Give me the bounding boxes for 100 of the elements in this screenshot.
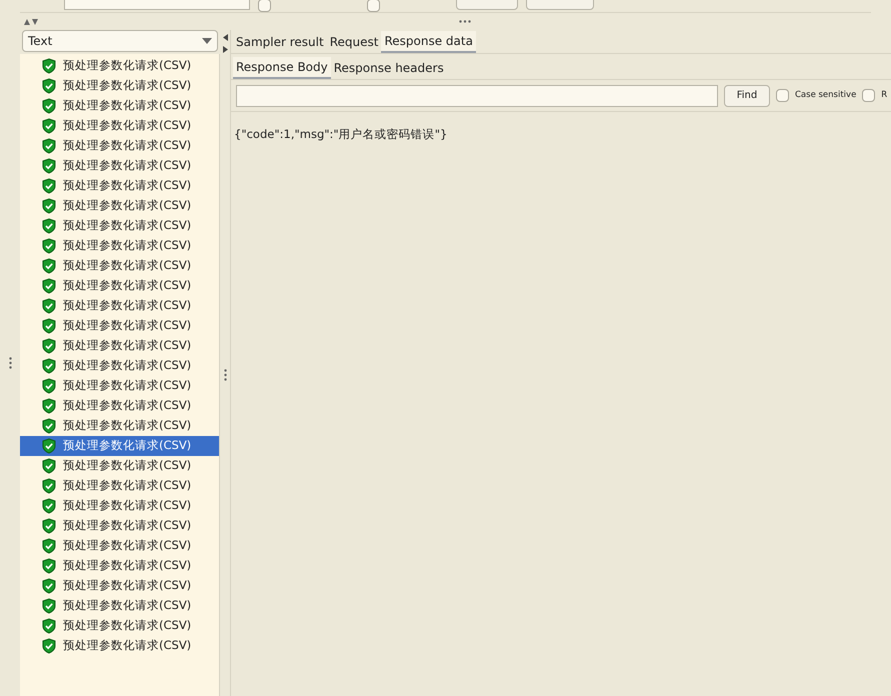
view-dropdown[interactable]: Text [22,30,218,52]
shield-check-icon [42,558,56,574]
result-label: 预处理参数化请求(CSV) [63,337,192,354]
result-item[interactable]: 预处理参数化请求(CSV) [20,496,219,516]
result-label: 预处理参数化请求(CSV) [63,297,192,314]
result-item[interactable]: 预处理参数化请求(CSV) [20,176,219,196]
splitter-handle-icon[interactable] [224,368,226,380]
response-text: {"code":1,"msg":"用户名或密码错误"} [234,127,448,141]
result-item[interactable]: 预处理参数化请求(CSV) [20,316,219,336]
result-label: 预处理参数化请求(CSV) [63,417,192,434]
result-item[interactable]: 预处理参数化请求(CSV) [20,436,219,456]
result-label: 预处理参数化请求(CSV) [63,597,192,614]
result-label: 预处理参数化请求(CSV) [63,577,192,594]
result-label: 预处理参数化请求(CSV) [63,137,192,154]
result-label: 预处理参数化请求(CSV) [63,377,192,394]
shield-check-icon [42,138,56,154]
find-button[interactable]: Find [724,84,770,106]
splitter-handle-icon[interactable] [459,20,471,23]
result-label: 预处理参数化请求(CSV) [63,437,192,454]
result-item[interactable]: 预处理参数化请求(CSV) [20,616,219,636]
shield-check-icon [42,398,56,414]
result-item[interactable]: 预处理参数化请求(CSV) [20,556,219,576]
shield-check-icon [42,158,56,174]
result-item[interactable]: 预处理参数化请求(CSV) [20,356,219,376]
result-label: 预处理参数化请求(CSV) [63,77,192,94]
shield-check-icon [42,258,56,274]
result-item[interactable]: 预处理参数化请求(CSV) [20,336,219,356]
result-item[interactable]: 预处理参数化请求(CSV) [20,236,219,256]
result-label: 预处理参数化请求(CSV) [63,557,192,574]
result-item[interactable]: 预处理参数化请求(CSV) [20,296,219,316]
result-item[interactable]: 预处理参数化请求(CSV) [20,276,219,296]
result-item[interactable]: 预处理参数化请求(CSV) [20,476,219,496]
result-item[interactable]: 预处理参数化请求(CSV) [20,116,219,136]
caret-icon [202,38,212,44]
checkbox[interactable] [367,0,380,12]
shield-check-icon [42,58,56,74]
shield-check-icon [42,78,56,94]
shield-check-icon [42,598,56,614]
tab[interactable]: Sampler result [233,31,327,53]
shield-check-icon [42,218,56,234]
expand-right-icon[interactable] [222,46,228,53]
result-item[interactable]: 预处理参数化请求(CSV) [20,156,219,176]
result-item[interactable]: 预处理参数化请求(CSV) [20,196,219,216]
shield-check-icon [42,618,56,634]
shield-check-icon [42,538,56,554]
result-item[interactable]: 预处理参数化请求(CSV) [20,136,219,156]
shield-check-icon [42,458,56,474]
result-item[interactable]: 预处理参数化请求(CSV) [20,416,219,436]
tab[interactable]: Response data [381,31,476,53]
result-item[interactable]: 预处理参数化请求(CSV) [20,56,219,76]
result-item[interactable]: 预处理参数化请求(CSV) [20,636,219,656]
checkbox[interactable] [258,0,271,12]
shield-check-icon [42,358,56,374]
checkbox-label: Case sensitive [795,89,856,102]
result-item[interactable]: 预处理参数化请求(CSV) [20,456,219,476]
result-item[interactable]: 预处理参数化请求(CSV) [20,216,219,236]
checkbox[interactable] [862,89,876,102]
shield-check-icon [42,438,56,454]
checkbox[interactable] [776,89,789,102]
shield-check-icon [42,338,56,354]
result-label: 预处理参数化请求(CSV) [63,277,192,294]
shield-check-icon [42,318,56,334]
shield-check-icon [42,238,56,254]
result-item[interactable]: 预处理参数化请求(CSV) [20,376,219,396]
split-arrows-icon[interactable] [24,18,38,24]
tab[interactable]: Response Body [233,57,331,79]
result-label: 预处理参数化请求(CSV) [63,477,192,494]
result-item[interactable]: 预处理参数化请求(CSV) [20,96,219,116]
collapse-left-icon[interactable] [222,34,228,41]
checkbox-label: R [881,89,888,102]
result-item[interactable]: 预处理参数化请求(CSV) [20,536,219,556]
result-label: 预处理参数化请求(CSV) [63,357,192,374]
result-label: 预处理参数化请求(CSV) [63,617,192,634]
result-item[interactable]: 预处理参数化请求(CSV) [20,76,219,96]
result-item[interactable]: 预处理参数化请求(CSV) [20,596,219,616]
result-label: 预处理参数化请求(CSV) [63,197,192,214]
result-label: 预处理参数化请求(CSV) [63,157,192,174]
shield-check-icon [42,578,56,594]
find-field[interactable] [236,84,718,106]
tab[interactable]: Request [326,31,382,53]
shield-check-icon [42,418,56,434]
result-label: 预处理参数化请求(CSV) [63,57,192,74]
result-item[interactable]: 预处理参数化请求(CSV) [20,576,219,596]
shield-check-icon [42,98,56,114]
tab[interactable]: Response headers [330,57,447,79]
shield-check-icon [42,118,56,134]
shield-check-icon [42,638,56,654]
result-label: 预处理参数化请求(CSV) [63,257,192,274]
result-label: 预处理参数化请求(CSV) [63,117,192,134]
result-label: 预处理参数化请求(CSV) [63,177,192,194]
splitter-handle-icon[interactable] [8,357,12,369]
result-item[interactable]: 预处理参数化请求(CSV) [20,396,219,416]
result-label: 预处理参数化请求(CSV) [63,317,192,334]
shield-check-icon [42,478,56,494]
result-item[interactable]: 预处理参数化请求(CSV) [20,256,219,276]
result-item[interactable]: 预处理参数化请求(CSV) [20,516,219,536]
result-label: 预处理参数化请求(CSV) [63,217,192,234]
result-label: 预处理参数化请求(CSV) [63,537,192,554]
shield-check-icon [42,378,56,394]
result-label: 预处理参数化请求(CSV) [63,97,192,114]
